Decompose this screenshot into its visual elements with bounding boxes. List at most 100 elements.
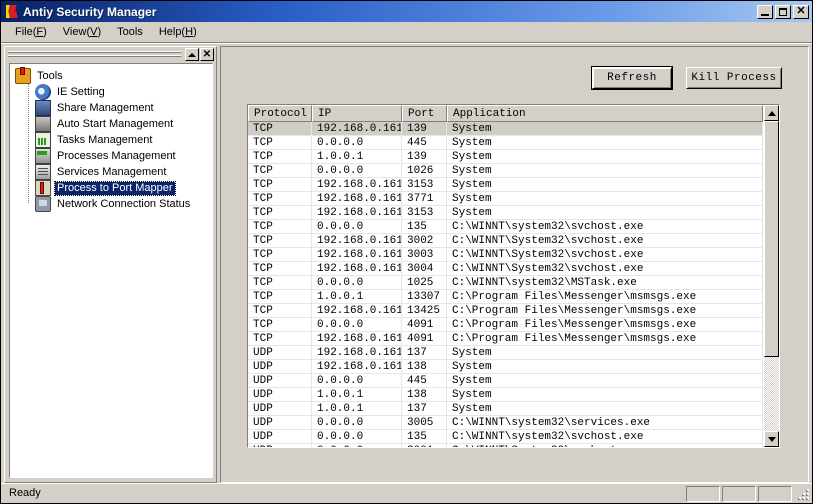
rollup-button[interactable] xyxy=(185,48,199,61)
cell-ip: 1.0.0.1 xyxy=(312,402,402,416)
cell-ip: 0.0.0.0 xyxy=(312,318,402,332)
port-mapping-table: Protocol IP Port Application TCP 192.168.… xyxy=(247,104,780,448)
table-row[interactable]: TCP 1.0.0.1 139 System xyxy=(248,150,763,164)
cell-protocol: TCP xyxy=(248,290,312,304)
cell-application: System xyxy=(447,178,763,192)
cell-ip: 0.0.0.0 xyxy=(312,416,402,430)
close-button[interactable]: ✕ xyxy=(793,4,809,19)
table-row[interactable]: UDP 1.0.0.1 137 System xyxy=(248,402,763,416)
network-icon xyxy=(35,196,51,212)
column-header-port[interactable]: Port xyxy=(402,105,447,122)
cell-protocol: TCP xyxy=(248,304,312,318)
cell-protocol: TCP xyxy=(248,122,312,136)
panel-close-button[interactable]: ✕ xyxy=(200,48,214,61)
sidebar-item-tasks-management[interactable]: Tasks Management xyxy=(10,132,212,148)
cell-port: 13307 xyxy=(402,290,447,304)
autostart-icon xyxy=(35,116,51,132)
scrollbar-track[interactable] xyxy=(764,121,779,431)
table-row[interactable]: TCP 192.168.0.161 3771 System xyxy=(248,192,763,206)
menu-tools[interactable]: Tools xyxy=(109,24,151,40)
table-row[interactable]: UDP 192.168.0.161 138 System xyxy=(248,360,763,374)
maximize-button[interactable] xyxy=(775,4,791,19)
tasks-icon xyxy=(35,132,51,148)
table-row[interactable]: TCP 192.168.0.161 139 System xyxy=(248,122,763,136)
cell-ip: 0.0.0.0 xyxy=(312,220,402,234)
title-bar[interactable]: Antiy Security Manager ✕ xyxy=(1,1,812,22)
cell-protocol: TCP xyxy=(248,150,312,164)
sidebar-item-label: Network Connection Status xyxy=(57,197,191,210)
table-vertical-scrollbar[interactable] xyxy=(763,105,779,447)
close-icon: ✕ xyxy=(202,48,212,60)
services-icon xyxy=(35,164,51,180)
cell-protocol: TCP xyxy=(248,220,312,234)
cell-application: C:\WINNT\system32\svchost.exe xyxy=(447,220,763,234)
scrollbar-thumb[interactable] xyxy=(764,121,779,357)
cell-port: 138 xyxy=(402,388,447,402)
sidebar-item-label: Auto Start Management xyxy=(57,117,174,130)
dock-gripper[interactable] xyxy=(8,50,181,59)
refresh-button[interactable]: Refresh xyxy=(591,66,673,90)
cell-ip: 0.0.0.0 xyxy=(312,276,402,290)
dock-panel-caption[interactable]: ✕ xyxy=(5,47,216,62)
kill-process-button[interactable]: Kill Process xyxy=(686,67,782,89)
scroll-up-button[interactable] xyxy=(764,105,779,121)
cell-port: 138 xyxy=(402,360,447,374)
table-row[interactable]: UDP 0.0.0.0 445 System xyxy=(248,374,763,388)
cell-ip: 1.0.0.1 xyxy=(312,290,402,304)
table-row[interactable]: TCP 192.168.0.161 3003 C:\WINNT\System32\sv… xyxy=(248,248,763,262)
column-header-protocol[interactable]: Protocol xyxy=(248,105,312,122)
table-row[interactable]: UDP 192.168.0.161 137 System xyxy=(248,346,763,360)
cell-application: C:\Program Files\Messenger\msmsgs.exe xyxy=(447,304,763,318)
tree-root-tools[interactable]: Tools xyxy=(10,67,212,84)
cell-port: 3771 xyxy=(402,192,447,206)
cell-ip: 192.168.0.161 xyxy=(312,192,402,206)
sidebar-item-auto-start-management[interactable]: Auto Start Management xyxy=(10,116,212,132)
column-header-ip[interactable]: IP xyxy=(312,105,402,122)
sidebar-item-services-management[interactable]: Services Management xyxy=(10,164,212,180)
triangle-up-icon xyxy=(188,52,196,57)
menu-view[interactable]: View(V) xyxy=(55,24,109,40)
resize-grip-icon[interactable] xyxy=(795,487,809,501)
table-row[interactable]: UDP 0.0.0.0 135 C:\WINNT\system32\svchost.e… xyxy=(248,430,763,444)
column-header-application[interactable]: Application xyxy=(447,105,763,122)
minimize-button[interactable] xyxy=(757,4,773,19)
cell-ip: 0.0.0.0 xyxy=(312,444,402,447)
cell-protocol: TCP xyxy=(248,164,312,178)
table-row[interactable]: TCP 0.0.0.0 445 System xyxy=(248,136,763,150)
scroll-down-button[interactable] xyxy=(764,431,779,447)
table-header-row: Protocol IP Port Application xyxy=(248,105,763,122)
table-row[interactable]: UDP 1.0.0.1 138 System xyxy=(248,388,763,402)
table-row[interactable]: TCP 0.0.0.0 1025 C:\WINNT\system32\MSTask.e… xyxy=(248,276,763,290)
status-message: Ready xyxy=(9,486,41,499)
table-row[interactable]: UDP0.0.0.03001C:\WINNT\System32\svchost.… xyxy=(248,444,763,447)
sidebar-item-process-to-port-mapper[interactable]: Process to Port Mapper xyxy=(10,180,212,196)
sidebar-item-share-management[interactable]: Share Management xyxy=(10,100,212,116)
table-row[interactable]: TCP 0.0.0.0 135 C:\WINNT\system32\svchost.e… xyxy=(248,220,763,234)
cell-application: C:\WINNT\system32\MSTask.exe xyxy=(447,276,763,290)
table-row[interactable]: TCP 0.0.0.0 4091 C:\Program Files\Messenger… xyxy=(248,318,763,332)
table-row[interactable]: TCP 192.168.0.161 13425 C:\Program Files\Me… xyxy=(248,304,763,318)
table-row[interactable]: TCP 0.0.0.0 1026 System xyxy=(248,164,763,178)
menu-file[interactable]: File(F) xyxy=(7,24,55,40)
table-row[interactable]: TCP 1.0.0.1 13307 C:\Program Files\Messenge… xyxy=(248,290,763,304)
cell-application: C:\WINNT\system32\services.exe xyxy=(447,416,763,430)
cell-application: C:\Program Files\Messenger\msmsgs.exe xyxy=(447,318,763,332)
table-row[interactable]: UDP 0.0.0.0 3005 C:\WINNT\system32\services… xyxy=(248,416,763,430)
menu-help[interactable]: Help(H) xyxy=(151,24,205,40)
cell-protocol: UDP xyxy=(248,444,312,447)
port-mapper-icon xyxy=(35,180,51,196)
table-row[interactable]: TCP 192.168.0.161 3153 System xyxy=(248,206,763,220)
sidebar-item-network-connection-status[interactable]: Network Connection Status xyxy=(10,196,212,212)
tools-tree[interactable]: Tools IE Setting Share Management Auto S… xyxy=(9,63,213,478)
sidebar-item-processes-management[interactable]: Processes Management xyxy=(10,148,212,164)
cell-protocol: UDP xyxy=(248,402,312,416)
table-row[interactable]: TCP 192.168.0.161 3153 System xyxy=(248,178,763,192)
table-row[interactable]: TCP 192.168.0.161 3002 C:\WINNT\System32\sv… xyxy=(248,234,763,248)
cell-application: C:\WINNT\System32\svchost.exe xyxy=(447,234,763,248)
cell-application: C:\Program Files\Messenger\msmsgs.exe xyxy=(447,332,763,346)
table-row[interactable]: TCP 192.168.0.161 4091 C:\Program Files\Mes… xyxy=(248,332,763,346)
table-row[interactable]: TCP 192.168.0.161 3004 C:\WINNT\System32\sv… xyxy=(248,262,763,276)
cell-protocol: TCP xyxy=(248,178,312,192)
sidebar-item-ie-setting[interactable]: IE Setting xyxy=(10,84,212,100)
body-area: ✕ Tools IE Setting Share Management Auto… xyxy=(1,44,812,483)
